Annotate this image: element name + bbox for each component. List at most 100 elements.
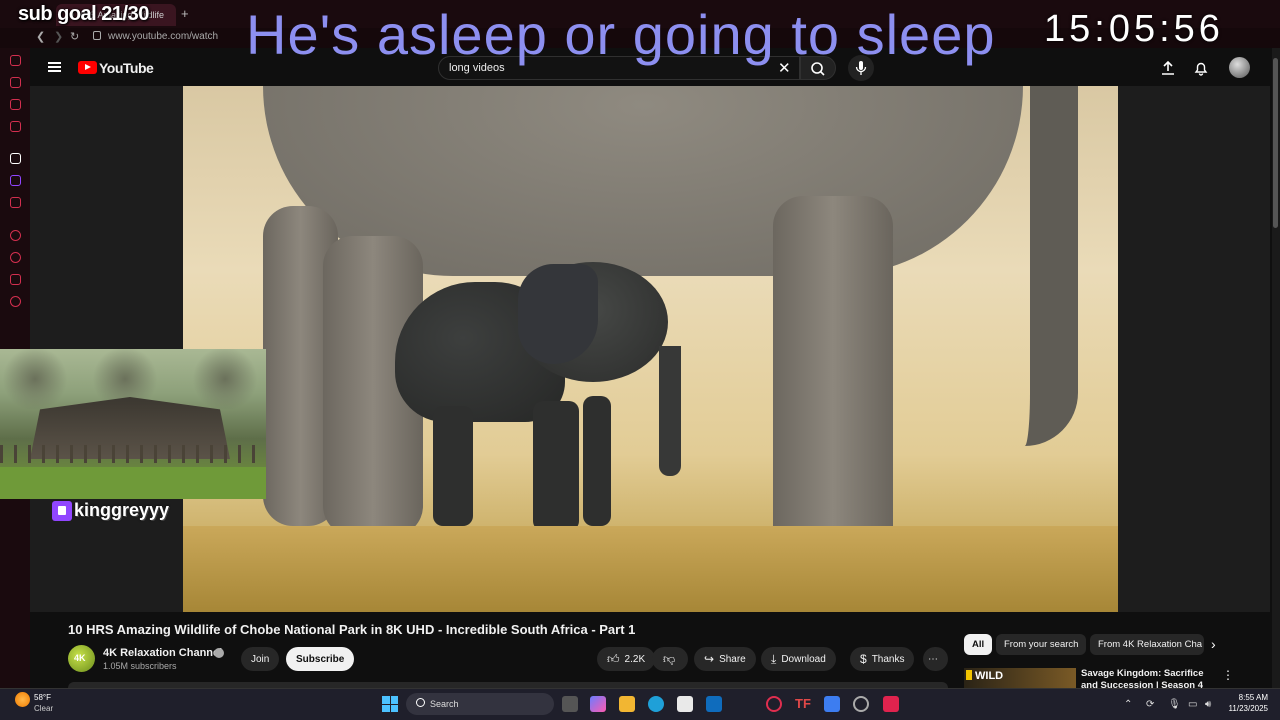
sidebar-icon[interactable]	[10, 121, 21, 132]
sidebar-icon[interactable]	[10, 230, 21, 241]
file-explorer-icon[interactable]	[619, 696, 635, 712]
temperature[interactable]: 58°F	[34, 693, 51, 702]
natgeo-icon	[966, 670, 972, 680]
join-label: Join	[251, 653, 270, 665]
join-button[interactable]: Join	[241, 647, 280, 671]
volume-icon[interactable]: 🔊︎	[1205, 699, 1211, 710]
sidebar-icon[interactable]	[10, 99, 21, 110]
weather-icon[interactable]	[15, 692, 30, 707]
webcam-overlay	[0, 349, 266, 499]
url-text[interactable]: www.youtube.com/watch	[108, 31, 218, 42]
video-frame[interactable]	[183, 86, 1118, 612]
bell-icon[interactable]	[1193, 60, 1209, 76]
youtube-logo-text[interactable]: YouTube	[99, 60, 154, 76]
app-icon[interactable]: TF	[795, 696, 811, 712]
taskbar-search-label: Search	[430, 699, 459, 709]
chip-from-channel[interactable]: From 4K Relaxation Cha	[1090, 634, 1204, 655]
taskbar-search[interactable]	[406, 693, 554, 715]
more-vert-icon[interactable]: ⋮	[1222, 668, 1234, 682]
taskbar	[0, 688, 1280, 720]
edge-icon[interactable]	[648, 696, 664, 712]
verified-icon	[214, 648, 224, 658]
subscriber-count: 1.05M subscribers	[103, 661, 177, 671]
new-tab-button[interactable]: +	[181, 6, 189, 21]
search-icon	[416, 698, 425, 707]
app-icon[interactable]	[824, 696, 840, 712]
lock-icon	[93, 31, 101, 40]
task-view-icon[interactable]	[562, 696, 578, 712]
menu-icon[interactable]	[48, 62, 61, 72]
recommendation-thumbnail[interactable]: WILD	[964, 668, 1076, 688]
thanks-label: Thanks	[871, 653, 905, 665]
outlook-icon[interactable]	[706, 696, 722, 712]
channel-avatar-text: 4K	[74, 653, 86, 663]
back-icon[interactable]: ❮	[36, 30, 45, 43]
like-icon: 👍︎	[607, 651, 620, 666]
stream-caption: He's asleep or going to sleep	[246, 3, 996, 66]
taskbar-time[interactable]: 8:55 AM	[1226, 693, 1268, 702]
elephant-trunk	[998, 86, 1078, 446]
more-actions-button[interactable]: ⋯	[923, 647, 948, 671]
baby-leg	[583, 396, 611, 526]
network-icon[interactable]: ▭	[1188, 699, 1197, 710]
share-label: Share	[719, 653, 746, 665]
baby-leg	[533, 401, 579, 531]
recommendation-title[interactable]: Savage Kingdom: Sacrifice and Succession…	[1081, 668, 1213, 688]
windows-icon[interactable]	[382, 696, 398, 712]
tree	[0, 349, 70, 409]
channel-name[interactable]: 4K Relaxation Channel	[103, 647, 222, 659]
twitch-icon	[52, 500, 72, 521]
scrollbar-thumb[interactable]	[1273, 58, 1278, 228]
chevron-right-icon[interactable]: ›	[1211, 636, 1216, 652]
like-button[interactable]: 👍︎ 2.2K	[597, 647, 656, 671]
sidebar-icon[interactable]	[10, 197, 21, 208]
opera-gx-icon[interactable]	[766, 696, 782, 712]
like-count: 2.2K	[624, 653, 646, 665]
mic-tray-icon[interactable]: 🎙︎	[1168, 699, 1181, 710]
chip-all[interactable]: All	[964, 634, 993, 655]
twitch-username: kinggreyyy	[74, 500, 170, 520]
tiktok-icon[interactable]	[883, 696, 899, 712]
baby-elephant-trunk	[659, 346, 681, 476]
download-label: Download	[781, 653, 826, 665]
sync-icon[interactable]: ⟳	[1146, 699, 1154, 710]
copilot-icon[interactable]	[590, 696, 606, 712]
grass	[0, 467, 266, 499]
clock-overlay: 15:05:56	[1044, 8, 1224, 50]
avatar[interactable]	[1229, 57, 1250, 78]
more-icon: ⋯	[928, 653, 938, 665]
wild-badge-text: WILD	[975, 670, 1004, 682]
channel-avatar[interactable]: 4K	[68, 645, 95, 672]
dislike-button[interactable]: 👎︎	[652, 647, 688, 671]
video-title: 10 HRS Amazing Wildlife of Chobe Nationa…	[68, 622, 636, 637]
baby-elephant-ear	[518, 264, 598, 364]
history-icon[interactable]	[10, 252, 21, 263]
sub-goal-overlay: sub goal 21/30	[18, 3, 149, 25]
upload-icon[interactable]	[1160, 60, 1176, 76]
share-button[interactable]: ↪ Share	[694, 647, 756, 671]
sidebar-icon[interactable]	[10, 274, 21, 285]
sidebar-icon[interactable]	[10, 55, 21, 66]
baby-leg	[433, 406, 473, 526]
sidebar-icon[interactable]	[10, 153, 21, 164]
download-button[interactable]: ⤓ Download	[761, 647, 836, 671]
ground	[183, 526, 1118, 612]
store-icon[interactable]	[677, 696, 693, 712]
wild-badge: WILD	[966, 670, 1003, 682]
youtube-logo-icon[interactable]	[78, 61, 97, 74]
weather-condition[interactable]: Clear	[34, 704, 53, 713]
forward-icon[interactable]: ❯	[54, 30, 63, 43]
settings-icon[interactable]	[10, 296, 21, 307]
obs-icon[interactable]	[853, 696, 869, 712]
subscribe-button[interactable]: Subscribe	[286, 647, 355, 671]
twitch-sidebar-icon[interactable]	[10, 175, 21, 186]
thanks-button[interactable]: $ Thanks	[850, 647, 915, 671]
tree	[190, 349, 260, 409]
chevron-up-icon[interactable]: ⌃	[1124, 699, 1132, 710]
taskbar-date[interactable]: 11/23/2025	[1220, 704, 1268, 713]
twitch-handle: kinggreyyy	[52, 500, 169, 521]
dislike-icon: 👎︎	[663, 651, 676, 666]
reload-icon[interactable]: ↻	[70, 30, 79, 43]
sidebar-icon[interactable]	[10, 77, 21, 88]
chip-from-your-search[interactable]: From your search	[996, 634, 1087, 655]
